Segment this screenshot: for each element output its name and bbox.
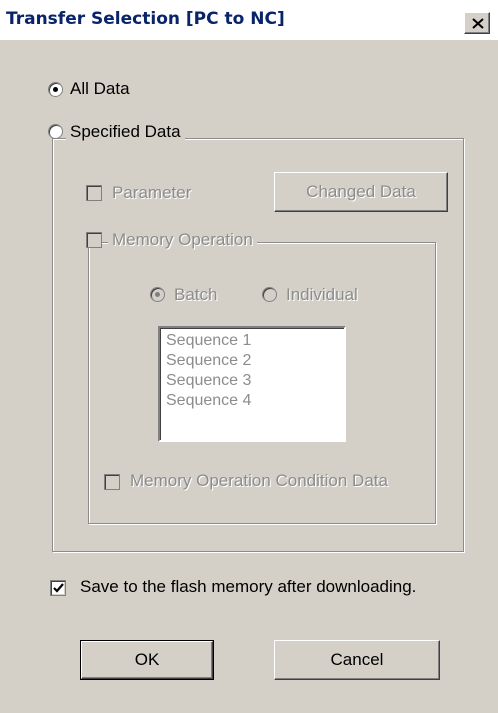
specified-data-radio[interactable] (48, 124, 63, 139)
save-flash-checkbox[interactable] (50, 580, 66, 596)
parameter-checkbox[interactable] (86, 185, 102, 201)
all-data-radio[interactable] (48, 82, 63, 97)
ok-button[interactable]: OK (80, 640, 214, 680)
memory-operation-label: Memory Operation (108, 230, 257, 250)
cancel-button[interactable]: Cancel (274, 640, 440, 680)
list-item[interactable]: Sequence 4 (166, 391, 338, 411)
title-bar: Transfer Selection [PC to NC] (0, 0, 498, 40)
memory-operation-checkbox[interactable] (86, 232, 102, 248)
batch-label: Batch (174, 285, 218, 304)
individual-radio[interactable] (262, 287, 277, 302)
checkmark-icon (53, 583, 64, 593)
window-title: Transfer Selection [PC to NC] (6, 9, 285, 29)
all-data-label[interactable]: All Data (70, 79, 130, 99)
condition-data-label: Memory Operation Condition Data (130, 471, 388, 490)
list-item[interactable]: Sequence 2 (166, 351, 338, 371)
list-item[interactable]: Sequence 1 (166, 331, 338, 351)
close-button[interactable] (464, 12, 490, 34)
parameter-label: Parameter (112, 183, 192, 202)
individual-label: Individual (286, 285, 358, 304)
close-icon (472, 18, 484, 29)
specified-data-label[interactable]: Specified Data (66, 122, 185, 142)
condition-data-checkbox[interactable] (104, 474, 120, 490)
sequence-listbox[interactable]: Sequence 1 Sequence 2 Sequence 3 Sequenc… (158, 326, 346, 442)
batch-radio[interactable] (150, 287, 165, 302)
list-item[interactable]: Sequence 3 (166, 371, 338, 391)
save-flash-label[interactable]: Save to the flash memory after downloadi… (80, 577, 416, 597)
changed-data-button[interactable]: Changed Data (274, 172, 448, 212)
